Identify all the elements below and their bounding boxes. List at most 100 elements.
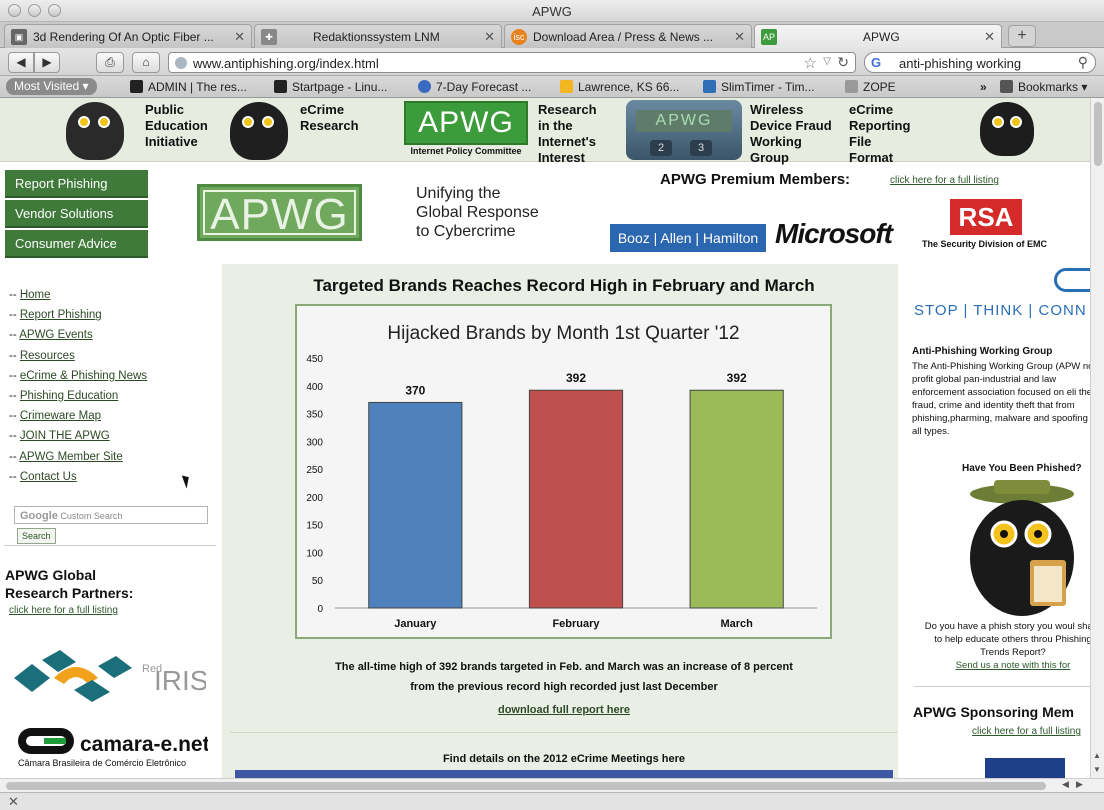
reload-icon[interactable]: ↻	[837, 54, 849, 71]
stop-think-connect-link[interactable]: STOP | THINK | CONN	[914, 302, 1087, 319]
article-headline[interactable]: Targeted Brands Reaches Record High in F…	[230, 276, 898, 296]
plugin-icon: ✚	[261, 29, 277, 45]
mobile-device-icon[interactable]: APWG 2 3	[626, 100, 742, 160]
rediris-iris-text: IRIS	[154, 665, 206, 696]
y-tick-label: 350	[306, 410, 323, 421]
back-button[interactable]: ◀	[8, 52, 34, 73]
sidebar-item-home: -- Home	[9, 289, 51, 301]
close-addon-bar-icon[interactable]: ✕	[8, 794, 19, 810]
y-tick-label: 450	[306, 354, 323, 365]
vertical-scrollbar[interactable]: ▲ ▼	[1090, 98, 1104, 778]
search-button[interactable]: Search	[17, 528, 56, 544]
premium-members-link[interactable]: click here for a full listing	[890, 175, 999, 186]
research-interest-link[interactable]: Research in the Internet's Interest	[538, 102, 597, 166]
research-partners-link[interactable]: click here for a full listing	[9, 605, 118, 616]
tab-download-area[interactable]: isc Download Area / Press & News ... ✕	[504, 24, 752, 48]
magnifier-owl-icon[interactable]	[980, 102, 1034, 156]
search-input[interactable]: anti-phishing working	[899, 56, 1021, 71]
sidebar-item-phishing-education: -- Phishing Education	[9, 389, 119, 402]
phished-title: Have You Been Phished?	[962, 463, 1082, 474]
rsa-logo[interactable]: RSA	[950, 199, 1022, 235]
wireless-device-fraud-link[interactable]: Wireless Device Fraud Working Group	[750, 102, 832, 166]
main-content: Targeted Brands Reaches Record High in F…	[230, 264, 898, 778]
bookmarks-menu[interactable]: Bookmarks ▾	[1000, 80, 1087, 94]
tab-optic-fiber[interactable]: ▣ 3d Rendering Of An Optic Fiber ... ✕	[4, 24, 252, 48]
close-tab-icon[interactable]: ✕	[984, 29, 995, 45]
top-banner: Public Education Initiative eCrime Resea…	[0, 98, 1090, 165]
premium-members-title: APWG Premium Members:	[660, 171, 851, 188]
url-text[interactable]: www.antiphishing.org/index.html	[193, 56, 379, 71]
sidebar-item-resources: -- Resources	[9, 349, 75, 362]
site-tagline: Unifying the Global Response to Cybercri…	[416, 185, 539, 240]
bookmark-star-icon[interactable]: ☆	[804, 54, 817, 72]
hijacked-brands-chart[interactable]: Hijacked Brands by Month 1st Quarter '12…	[295, 304, 832, 639]
bookmark-zope[interactable]: ZOPE	[845, 80, 896, 94]
scroll-thumb[interactable]	[6, 782, 1046, 790]
public-education-link[interactable]: Public Education Initiative	[145, 102, 208, 150]
sidebar-item-member-site: -- APWG Member Site	[9, 450, 123, 463]
tab-redaktionssystem[interactable]: ✚ Redaktionssystem LNM ✕	[254, 24, 502, 48]
bookmark-admin[interactable]: ADMIN | The res...	[130, 80, 247, 94]
consumer-advice-button[interactable]: Consumer Advice	[5, 230, 148, 258]
send-note-link[interactable]: Send us a note with this for	[956, 660, 1071, 671]
horizontal-scrollbar[interactable]: ◀ ▶	[0, 778, 1104, 792]
bar-data-label: 370	[405, 383, 425, 397]
scroll-down-icon[interactable]: ▼	[1093, 765, 1101, 774]
bookmark-forecast[interactable]: 7-Day Forecast ...	[418, 80, 531, 94]
google-engine-icon[interactable]: G	[871, 55, 881, 70]
ecrime-meetings-link[interactable]: Find details on the 2012 eCrime Meetings…	[230, 753, 898, 765]
vendor-solutions-button[interactable]: Vendor Solutions	[5, 200, 148, 228]
page-icon: ▣	[11, 29, 27, 45]
rsa-subtitle: The Security Division of EMC	[922, 239, 1048, 249]
scroll-left-icon[interactable]: ◀	[1062, 779, 1069, 790]
history-dropdown-icon[interactable]: ▽	[823, 56, 831, 67]
stop-think-connect-icon[interactable]	[1054, 268, 1090, 292]
close-tab-icon[interactable]: ✕	[484, 29, 495, 45]
new-tab-button[interactable]: +	[1008, 25, 1036, 47]
microsoft-logo[interactable]: Microsoft	[775, 218, 893, 250]
close-tab-icon[interactable]: ✕	[734, 29, 745, 45]
forward-button[interactable]: ▶	[34, 52, 60, 73]
meetings-banner[interactable]	[235, 770, 893, 778]
window-title: APWG	[532, 4, 572, 19]
sponsoring-members-link[interactable]: click here for a full listing	[972, 726, 1081, 737]
y-tick-label: 50	[312, 576, 324, 587]
bookmark-slimtimer[interactable]: SlimTimer - Tim...	[703, 80, 815, 94]
x-tick-label: February	[552, 618, 600, 630]
camara-e-net-logo[interactable]: camara-e.net Câmara Brasileira de Comérc…	[18, 724, 210, 770]
bookmark-startpage[interactable]: Startpage - Linu...	[274, 80, 387, 94]
y-tick-label: 150	[306, 521, 323, 532]
tab-apwg[interactable]: AP APWG ✕	[754, 24, 1002, 48]
bookmarks-icon	[1000, 80, 1013, 93]
ecrime-reporting-format-link[interactable]: eCrime Reporting File Format	[849, 102, 910, 166]
search-icon[interactable]: ⚲	[1078, 54, 1088, 71]
y-tick-label: 400	[306, 382, 323, 393]
print-button[interactable]: ⎙	[96, 52, 124, 73]
address-bar[interactable]: www.antiphishing.org/index.html ☆ ▽ ↻	[168, 52, 856, 73]
bookmark-lawrence[interactable]: Lawrence, KS 66...	[560, 80, 679, 94]
report-phishing-button[interactable]: Report Phishing	[5, 170, 148, 198]
professor-owl-icon[interactable]	[66, 102, 124, 160]
researcher-owl-icon[interactable]	[230, 102, 288, 160]
download-report-link[interactable]: download full report here	[230, 704, 898, 716]
close-tab-icon[interactable]: ✕	[234, 29, 245, 45]
apwg-icon: AP	[761, 29, 777, 45]
ecrime-research-link[interactable]: eCrime Research	[300, 102, 359, 134]
y-tick-label: 200	[306, 493, 323, 504]
detective-owl-icon[interactable]	[942, 478, 1090, 618]
bookmarks-overflow-icon[interactable]: »	[980, 80, 987, 94]
apwg-logo[interactable]: APWG	[197, 184, 362, 241]
sponsor-logo[interactable]	[985, 758, 1065, 778]
rediris-logo[interactable]: Red IRIS	[14, 650, 208, 706]
site-identity-icon[interactable]	[175, 57, 187, 69]
bar-data-label: 392	[566, 371, 586, 385]
scroll-right-icon[interactable]: ▶	[1076, 779, 1083, 790]
internet-policy-committee-logo[interactable]: APWG Internet Policy Committee	[404, 101, 528, 159]
booz-allen-hamilton-logo[interactable]: Booz | Allen | Hamilton	[610, 224, 766, 252]
custom-search-input[interactable]: Google Custom Search	[14, 506, 208, 524]
home-button[interactable]: ⌂	[132, 52, 160, 73]
scroll-up-icon[interactable]: ▲	[1093, 751, 1101, 760]
most-visited-menu[interactable]: Most Visited ▾	[6, 78, 97, 95]
search-bar[interactable]: G anti-phishing working ⚲	[864, 52, 1096, 73]
scroll-thumb[interactable]	[1094, 102, 1102, 166]
